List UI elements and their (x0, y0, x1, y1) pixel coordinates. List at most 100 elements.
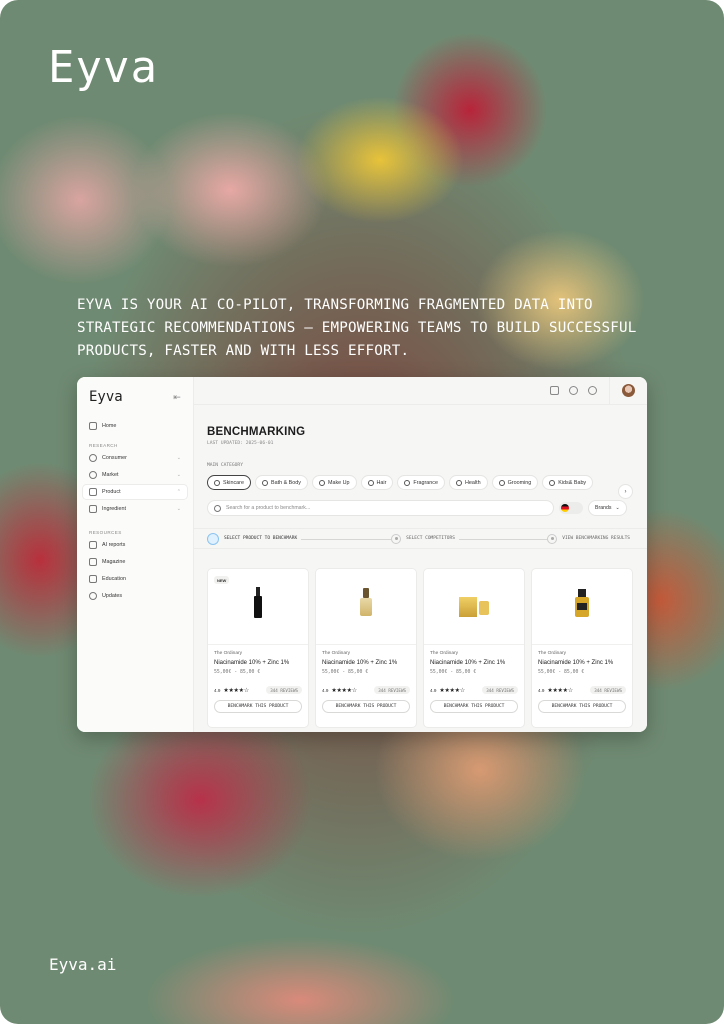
health-icon (456, 479, 462, 486)
main-panel: BENCHMARKING LAST UPDATED: 2025-06-01 MA… (194, 377, 647, 732)
product-rating: 4.9 ★★★★☆ 344 REVIEWS (430, 686, 518, 694)
product-card[interactable]: NEW The Ordinary Niacinamide 10% + Zinc … (207, 568, 309, 728)
divider (609, 377, 610, 405)
brands-dropdown[interactable]: Brands ⌄ (588, 500, 627, 516)
user-icon (89, 454, 97, 462)
step-select-competitors[interactable]: SELECT COMPETITORS (391, 533, 459, 544)
chip-bath-body[interactable]: Bath & Body (254, 475, 308, 490)
collapse-sidebar-icon[interactable]: ⇤ (171, 392, 183, 402)
chevron-down-icon: ⌄ (176, 455, 181, 461)
benchmark-steps: SELECT PRODUCT TO BENCHMARK SELECT COMPE… (194, 528, 647, 549)
chevron-down-icon: ⌄ (176, 472, 181, 478)
chevron-down-icon: ⌄ (176, 506, 181, 512)
chevron-down-icon: ⌄ (615, 505, 620, 511)
chip-skincare[interactable]: Skincare (207, 475, 251, 490)
sidebar-item-ingredient[interactable]: Ingredient ⌄ (83, 502, 187, 516)
file-icon (89, 541, 97, 549)
sidebar-item-product[interactable]: Product ⌃ (83, 485, 187, 499)
sidebar-item-education[interactable]: Education (83, 572, 187, 586)
sidebar-section-research: RESEARCH (89, 443, 118, 448)
product-brand: The Ordinary (430, 651, 458, 656)
product-bottle (360, 587, 372, 616)
product-price: 55,00€ - 85,00 € (430, 670, 477, 675)
brand-logo: Eyva (48, 42, 158, 93)
brands-label: Brands (595, 505, 612, 511)
star-rating-icon: ★★★★☆ (331, 687, 357, 694)
product-rating: 4.9 ★★★★☆ 344 REVIEWS (538, 686, 626, 694)
cube-icon (89, 505, 97, 513)
sidebar-item-ai-reports[interactable]: AI reports (83, 538, 187, 552)
sidebar-item-label: Home (102, 423, 117, 429)
graduation-icon (89, 575, 97, 583)
product-brand: The Ordinary (214, 651, 242, 656)
step-label: VIEW BENCHMARKING RESULTS (562, 536, 630, 541)
search-icon (214, 504, 221, 512)
search-input[interactable]: Search for a product to benchmark... (207, 500, 554, 516)
benchmark-product-button[interactable]: BENCHMARK THIS PRODUCT (430, 700, 518, 713)
new-badge: NEW (214, 576, 230, 584)
sidebar-item-label: Product (102, 489, 121, 495)
step-indicator (547, 533, 558, 544)
step-label: SELECT PRODUCT TO BENCHMARK (224, 536, 298, 541)
chip-hair[interactable]: Hair (360, 475, 394, 490)
swap-icon[interactable] (550, 386, 559, 395)
sidebar-item-label: Updates (102, 593, 123, 599)
product-card[interactable]: The Ordinary Niacinamide 10% + Zinc 1% 5… (423, 568, 525, 728)
scissors-icon (498, 479, 505, 486)
product-name: Niacinamide 10% + Zinc 1% (430, 660, 506, 666)
sidebar-item-updates[interactable]: Updates (83, 589, 187, 603)
chip-label: Health (465, 479, 481, 486)
baby-icon (549, 479, 556, 486)
chip-label: Fragrance (413, 479, 438, 486)
sidebar-item-magazine[interactable]: Magazine (83, 555, 187, 569)
sidebar-item-market[interactable]: Market ⌄ (83, 468, 187, 482)
product-card[interactable]: The Ordinary Niacinamide 10% + Zinc 1% 5… (315, 568, 417, 728)
sidebar: Eyva ⇤ Home RESEARCH Consumer ⌄ Market ⌄… (77, 377, 194, 732)
step-view-results[interactable]: VIEW BENCHMARKING RESULTS (547, 533, 634, 544)
footer-url: Eyva.ai (49, 955, 117, 974)
home-icon (89, 422, 97, 430)
chip-label: Grooming (507, 479, 532, 486)
step-select-product[interactable]: SELECT PRODUCT TO BENCHMARK (207, 532, 302, 545)
star-rating-icon: ★★★★☆ (439, 687, 465, 694)
chip-kids-baby[interactable]: Kids& Baby (542, 475, 594, 490)
star-rating-icon: ★★★★☆ (547, 687, 573, 694)
sidebar-item-label: Ingredient (102, 506, 126, 512)
bell-icon[interactable] (569, 386, 578, 395)
benchmark-product-button[interactable]: BENCHMARK THIS PRODUCT (214, 700, 302, 713)
product-image (424, 569, 524, 645)
top-bar (194, 377, 647, 405)
sidebar-item-home[interactable]: Home (83, 419, 187, 433)
benchmark-product-button[interactable]: BENCHMARK THIS PRODUCT (538, 700, 626, 713)
chip-label: Skincare (223, 479, 244, 486)
product-rating: 4.9 ★★★★☆ 344 REVIEWS (214, 686, 302, 694)
product-bottle (575, 588, 589, 617)
product-card[interactable]: The Ordinary Niacinamide 10% + Zinc 1% 5… (531, 568, 633, 728)
chip-fragrance[interactable]: Fragrance (397, 475, 445, 490)
product-image: NEW (208, 569, 308, 645)
drop-icon (404, 479, 411, 486)
sidebar-item-consumer[interactable]: Consumer ⌄ (83, 451, 187, 465)
rating-value: 4.9 (538, 687, 545, 693)
chat-icon[interactable] (588, 386, 597, 395)
chip-health[interactable]: Health (449, 475, 488, 490)
product-name: Niacinamide 10% + Zinc 1% (214, 660, 290, 666)
product-price: 55,00€ - 85,00 € (214, 670, 261, 675)
avatar[interactable] (622, 384, 635, 397)
star-rating-icon: ★★★★☆ (223, 687, 249, 694)
chevron-right-icon[interactable]: › (618, 484, 633, 499)
step-label: SELECT COMPETITORS (406, 536, 455, 541)
chip-make-up[interactable]: Make Up (311, 475, 357, 490)
product-name: Niacinamide 10% + Zinc 1% (322, 660, 398, 666)
product-grid: NEW The Ordinary Niacinamide 10% + Zinc … (207, 568, 634, 728)
rating-value: 4.9 (214, 687, 221, 693)
person-icon (261, 479, 268, 486)
product-bottle (254, 586, 262, 618)
step-indicator (207, 532, 219, 545)
benchmark-product-button[interactable]: BENCHMARK THIS PRODUCT (322, 700, 410, 713)
product-price: 55,00€ - 85,00 € (538, 670, 585, 675)
region-toggle[interactable] (559, 502, 583, 514)
sidebar-logo: Eyva (89, 389, 123, 405)
chip-grooming[interactable]: Grooming (491, 475, 539, 490)
hero-tagline: EYVA IS YOUR AI CO-PILOT, TRANSFORMING F… (77, 297, 637, 359)
